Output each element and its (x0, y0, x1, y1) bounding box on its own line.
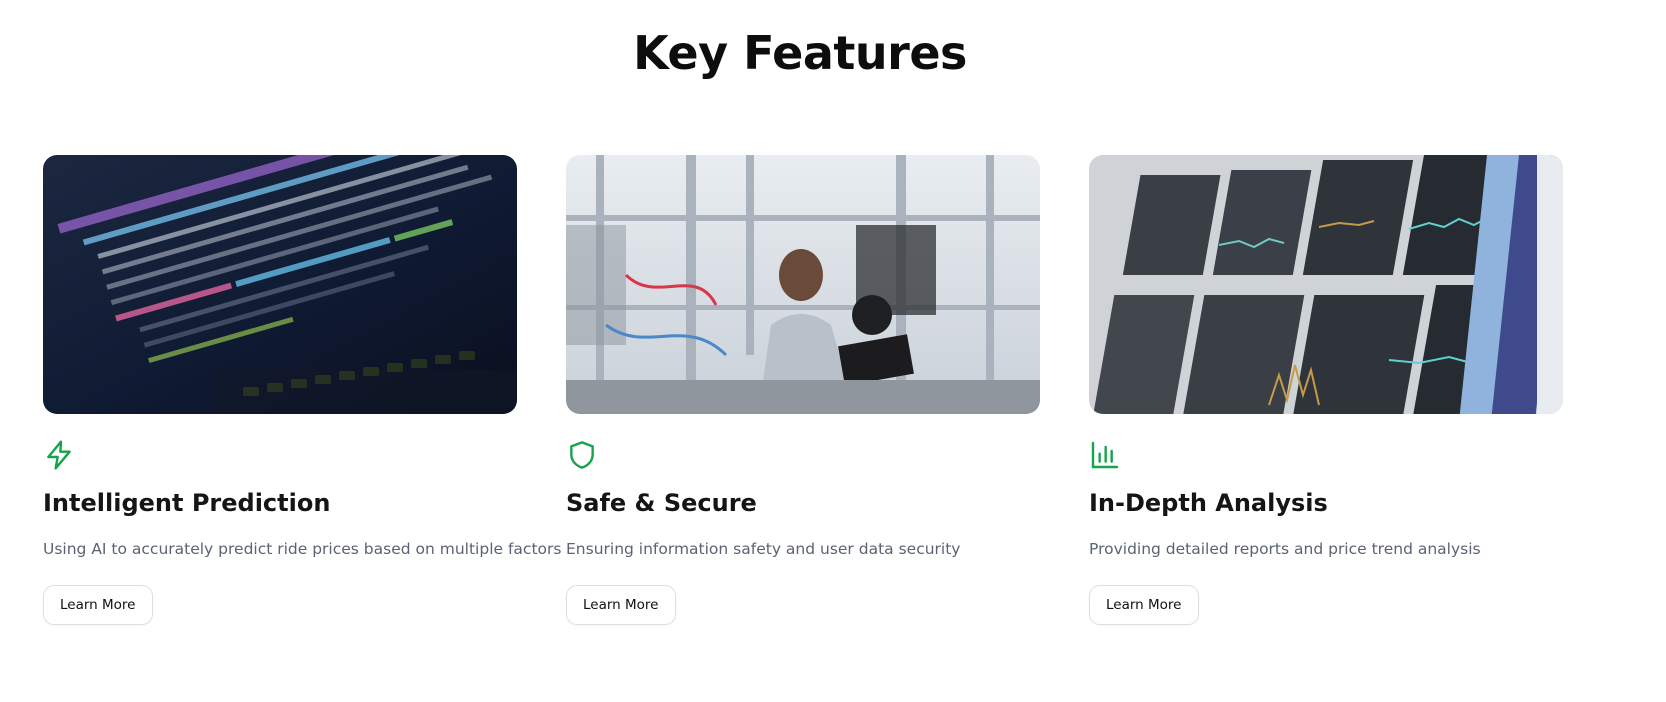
section-title: Key Features (633, 26, 967, 80)
engineer-lab-image (566, 155, 1040, 414)
bar-chart-icon (1089, 439, 1121, 471)
laptop-code-image (43, 155, 517, 414)
feature-title: In-Depth Analysis (1089, 489, 1328, 517)
lightning-bolt-icon (43, 439, 75, 471)
feature-description: Using AI to accurately predict ride pric… (43, 540, 562, 558)
feature-description: Ensuring information safety and user dat… (566, 540, 961, 558)
feature-title: Safe & Secure (566, 489, 757, 517)
feature-description: Providing detailed reports and price tre… (1089, 540, 1481, 558)
learn-more-button[interactable]: Learn More (43, 585, 153, 625)
analytics-dashboard-image (1089, 155, 1563, 414)
feature-card-in-depth-analysis: In-Depth Analysis Providing detailed rep… (1089, 155, 1563, 625)
learn-more-button[interactable]: Learn More (1089, 585, 1199, 625)
feature-card-safe-secure: Safe & Secure Ensuring information safet… (566, 155, 1040, 625)
shield-icon (566, 439, 598, 471)
learn-more-button[interactable]: Learn More (566, 585, 676, 625)
feature-title: Intelligent Prediction (43, 489, 331, 517)
feature-card-intelligent-prediction: Intelligent Prediction Using AI to accur… (43, 155, 561, 625)
